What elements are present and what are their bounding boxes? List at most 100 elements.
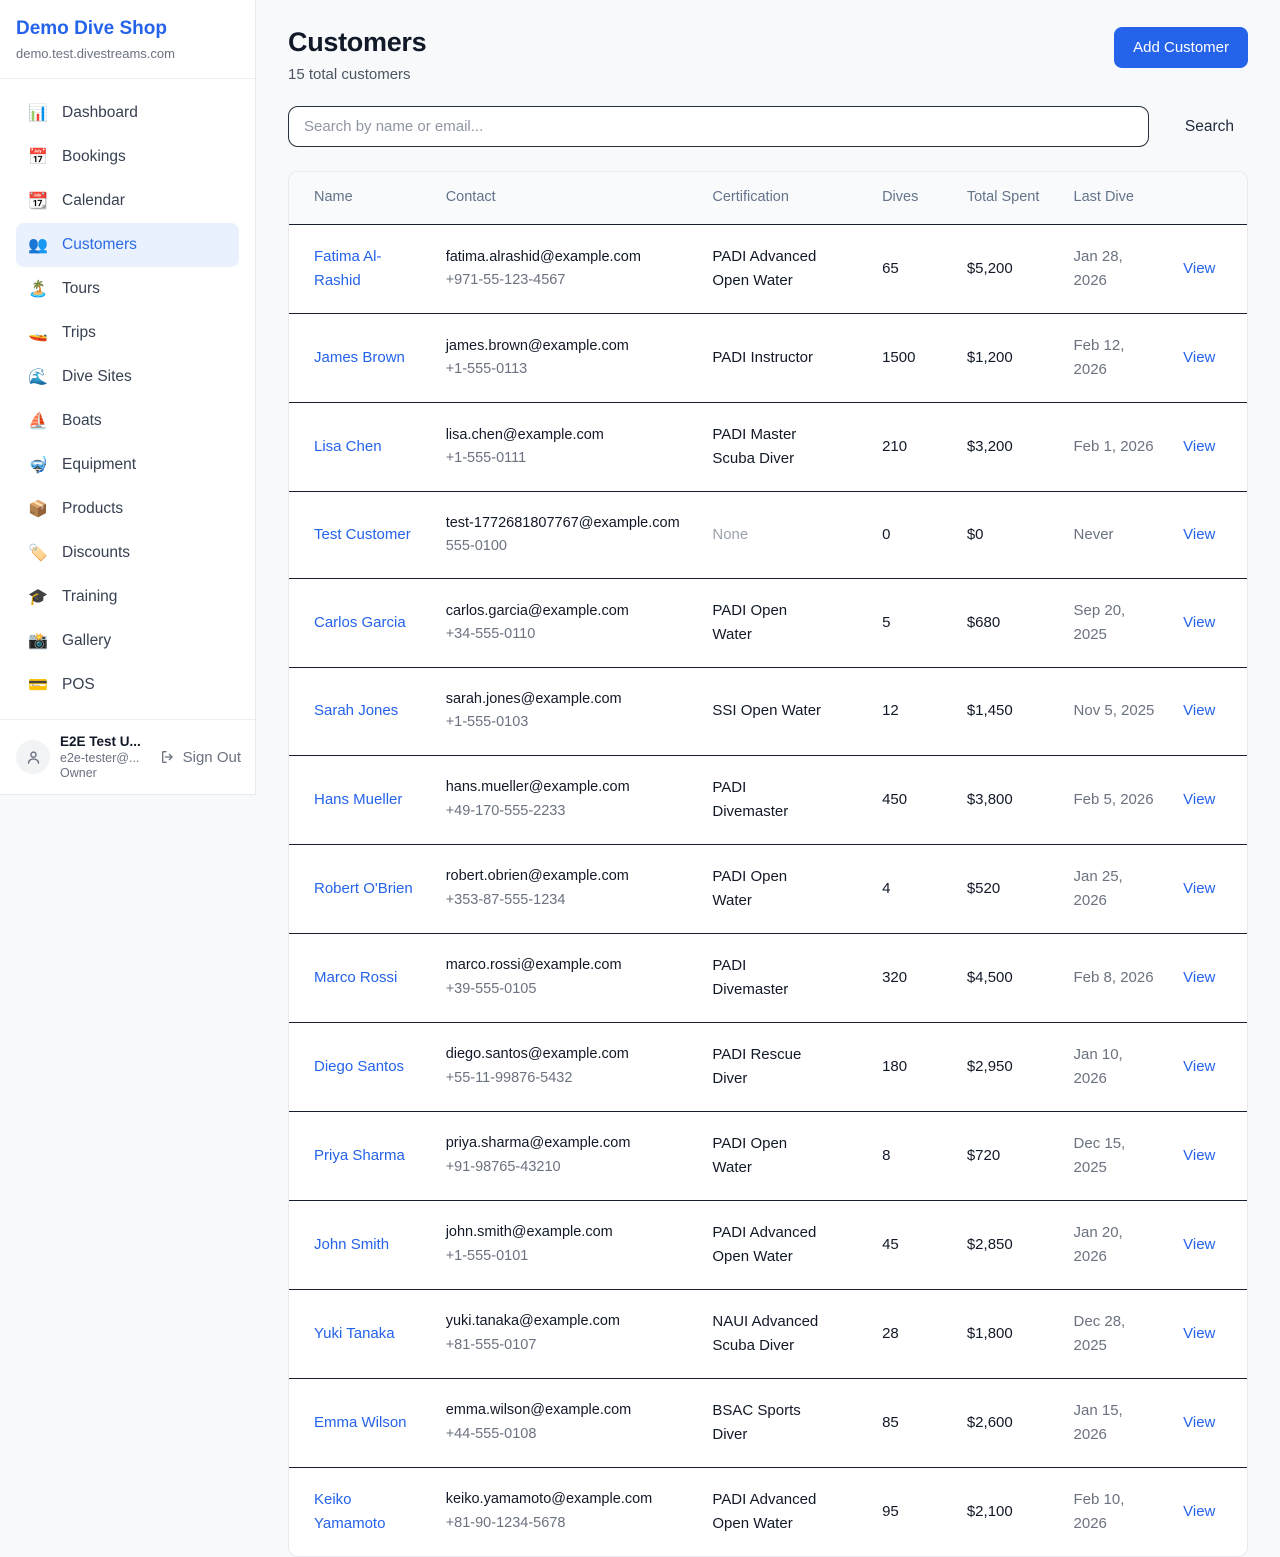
- customer-last-dive: Jan 28, 2026: [1062, 224, 1172, 313]
- customer-certification: SSI Open Water: [700, 668, 870, 755]
- sidebar-item-customers[interactable]: 👥Customers: [16, 223, 239, 267]
- island-icon: 🏝️: [28, 279, 48, 299]
- customer-name-link[interactable]: Yuki Tanaka: [314, 1325, 395, 1342]
- view-customer-link[interactable]: View: [1183, 880, 1215, 897]
- customer-email: sarah.jones@example.com: [446, 688, 689, 711]
- view-customer-link[interactable]: View: [1183, 1058, 1215, 1075]
- sign-out-button[interactable]: Sign Out: [160, 749, 241, 766]
- sidebar-item-boats[interactable]: ⛵Boats: [16, 399, 239, 443]
- view-customer-link[interactable]: View: [1183, 614, 1215, 631]
- customer-name-link[interactable]: Robert O'Brien: [314, 880, 413, 897]
- customer-name-link[interactable]: Emma Wilson: [314, 1414, 407, 1431]
- customer-name-link[interactable]: Priya Sharma: [314, 1147, 405, 1164]
- sidebar-user-section: E2E Test U... e2e-tester@... Owner Sign …: [0, 719, 255, 794]
- speedboat-icon: 🚤: [28, 323, 48, 343]
- table-row: Lisa Chenlisa.chen@example.com+1-555-011…: [289, 402, 1247, 491]
- customer-dives: 28: [870, 1289, 955, 1378]
- customer-contact-cell: emma.wilson@example.com+44-555-0108: [434, 1378, 701, 1467]
- customer-name-cell: Emma Wilson: [289, 1378, 434, 1467]
- customer-total-spent: $1,800: [955, 1289, 1062, 1378]
- customer-name-link[interactable]: Lisa Chen: [314, 438, 382, 455]
- customer-email: hans.mueller@example.com: [446, 776, 689, 799]
- customer-total-spent: $520: [955, 844, 1062, 933]
- calendar-icon: 📅: [28, 147, 48, 167]
- sidebar-item-dive-sites[interactable]: 🌊Dive Sites: [16, 355, 239, 399]
- customer-dives: 180: [870, 1022, 955, 1111]
- table-row: Carlos Garciacarlos.garcia@example.com+3…: [289, 579, 1247, 668]
- graduation-cap-icon: 🎓: [28, 587, 48, 607]
- sidebar-item-pos[interactable]: 💳POS: [16, 663, 239, 707]
- table-row: Emma Wilson emma.wilson@example.com+44-55…: [289, 1378, 1247, 1467]
- sidebar-item-tours[interactable]: 🏝️Tours: [16, 267, 239, 311]
- sidebar-nav: 📊Dashboard📅Bookings📆Calendar👥Customers🏝️…: [0, 79, 255, 719]
- customer-name-link[interactable]: Hans Mueller: [314, 791, 402, 808]
- view-customer-link[interactable]: View: [1183, 1236, 1215, 1253]
- customer-phone: +1-555-0101: [446, 1245, 689, 1268]
- add-customer-button[interactable]: Add Customer: [1114, 27, 1248, 68]
- view-customer-link[interactable]: View: [1183, 702, 1215, 719]
- view-customer-link[interactable]: View: [1183, 969, 1215, 986]
- sidebar-item-discounts[interactable]: 🏷️Discounts: [16, 531, 239, 575]
- customer-action-cell: View: [1171, 579, 1247, 668]
- customer-total-spent: $680: [955, 579, 1062, 668]
- customer-name-link[interactable]: Test Customer: [314, 526, 411, 543]
- customer-dives: 85: [870, 1378, 955, 1467]
- customer-action-cell: View: [1171, 1022, 1247, 1111]
- customer-certification: PADI Open Water: [700, 579, 870, 668]
- page-header: Customers 15 total customers Add Custome…: [288, 27, 1248, 83]
- customer-name-link[interactable]: Carlos Garcia: [314, 614, 406, 631]
- view-customer-link[interactable]: View: [1183, 791, 1215, 808]
- sidebar-item-gallery[interactable]: 📸Gallery: [16, 619, 239, 663]
- customer-name-link[interactable]: Fatima Al-Rashid: [314, 248, 382, 289]
- customer-name-link[interactable]: James Brown: [314, 349, 405, 366]
- view-customer-link[interactable]: View: [1183, 438, 1215, 455]
- customer-action-cell: View: [1171, 491, 1247, 578]
- view-customer-link[interactable]: View: [1183, 1325, 1215, 1342]
- sidebar-item-trips[interactable]: 🚤Trips: [16, 311, 239, 355]
- view-customer-link[interactable]: View: [1183, 1147, 1215, 1164]
- view-customer-link[interactable]: View: [1183, 1414, 1215, 1431]
- view-customer-link[interactable]: View: [1183, 260, 1215, 277]
- search-row: Search: [288, 106, 1248, 147]
- app-title[interactable]: Demo Dive Shop: [16, 18, 239, 40]
- search-button[interactable]: Search: [1171, 110, 1248, 144]
- customer-dives: 5: [870, 579, 955, 668]
- customer-certification: PADI Master Scuba Diver: [700, 402, 870, 491]
- user-email: e2e-tester@...: [60, 751, 141, 765]
- bar-chart-icon: 📊: [28, 103, 48, 123]
- sidebar-item-dashboard[interactable]: 📊Dashboard: [16, 91, 239, 135]
- customer-name-link[interactable]: Marco Rossi: [314, 969, 397, 986]
- customer-email: test-1772681807767@example.com: [446, 512, 689, 535]
- sidebar-item-products[interactable]: 📦Products: [16, 487, 239, 531]
- table-row: John Smithjohn.smith@example.com+1-555-0…: [289, 1200, 1247, 1289]
- customer-name-link[interactable]: Keiko Yamamoto: [314, 1491, 385, 1532]
- sidebar-item-equipment[interactable]: 🤿Equipment: [16, 443, 239, 487]
- sidebar-item-bookings[interactable]: 📅Bookings: [16, 135, 239, 179]
- customer-email: emma.wilson@example.com: [446, 1399, 689, 1422]
- customer-name-link[interactable]: John Smith: [314, 1236, 389, 1253]
- customer-action-cell: View: [1171, 844, 1247, 933]
- sidebar-item-label: Dive Sites: [62, 368, 132, 386]
- customer-certification: PADI Instructor: [700, 313, 870, 402]
- sidebar-item-calendar[interactable]: 📆Calendar: [16, 179, 239, 223]
- customer-email: priya.sharma@example.com: [446, 1132, 689, 1155]
- customer-name-link[interactable]: Diego Santos: [314, 1058, 404, 1075]
- customer-contact-cell: james.brown@example.com+1-555-0113: [434, 313, 701, 402]
- view-customer-link[interactable]: View: [1183, 526, 1215, 543]
- search-input[interactable]: [288, 106, 1149, 147]
- user-role: Owner: [60, 766, 141, 780]
- sidebar-item-training[interactable]: 🎓Training: [16, 575, 239, 619]
- customer-certification: PADI Open Water: [700, 1111, 870, 1200]
- view-customer-link[interactable]: View: [1183, 1503, 1215, 1520]
- table-row: Fatima Al-Rashidfatima.alrashid@example.…: [289, 224, 1247, 313]
- sidebar-item-label: Gallery: [62, 632, 111, 650]
- sailboat-icon: ⛵: [28, 411, 48, 431]
- customer-last-dive: Jan 10, 2026: [1062, 1022, 1172, 1111]
- customer-dives: 45: [870, 1200, 955, 1289]
- diving-mask-icon: 🤿: [28, 455, 48, 475]
- sidebar-item-label: Calendar: [62, 192, 125, 210]
- customer-dives: 12: [870, 668, 955, 755]
- customer-phone: 555-0100: [446, 535, 689, 558]
- view-customer-link[interactable]: View: [1183, 349, 1215, 366]
- customer-name-link[interactable]: Sarah Jones: [314, 702, 398, 719]
